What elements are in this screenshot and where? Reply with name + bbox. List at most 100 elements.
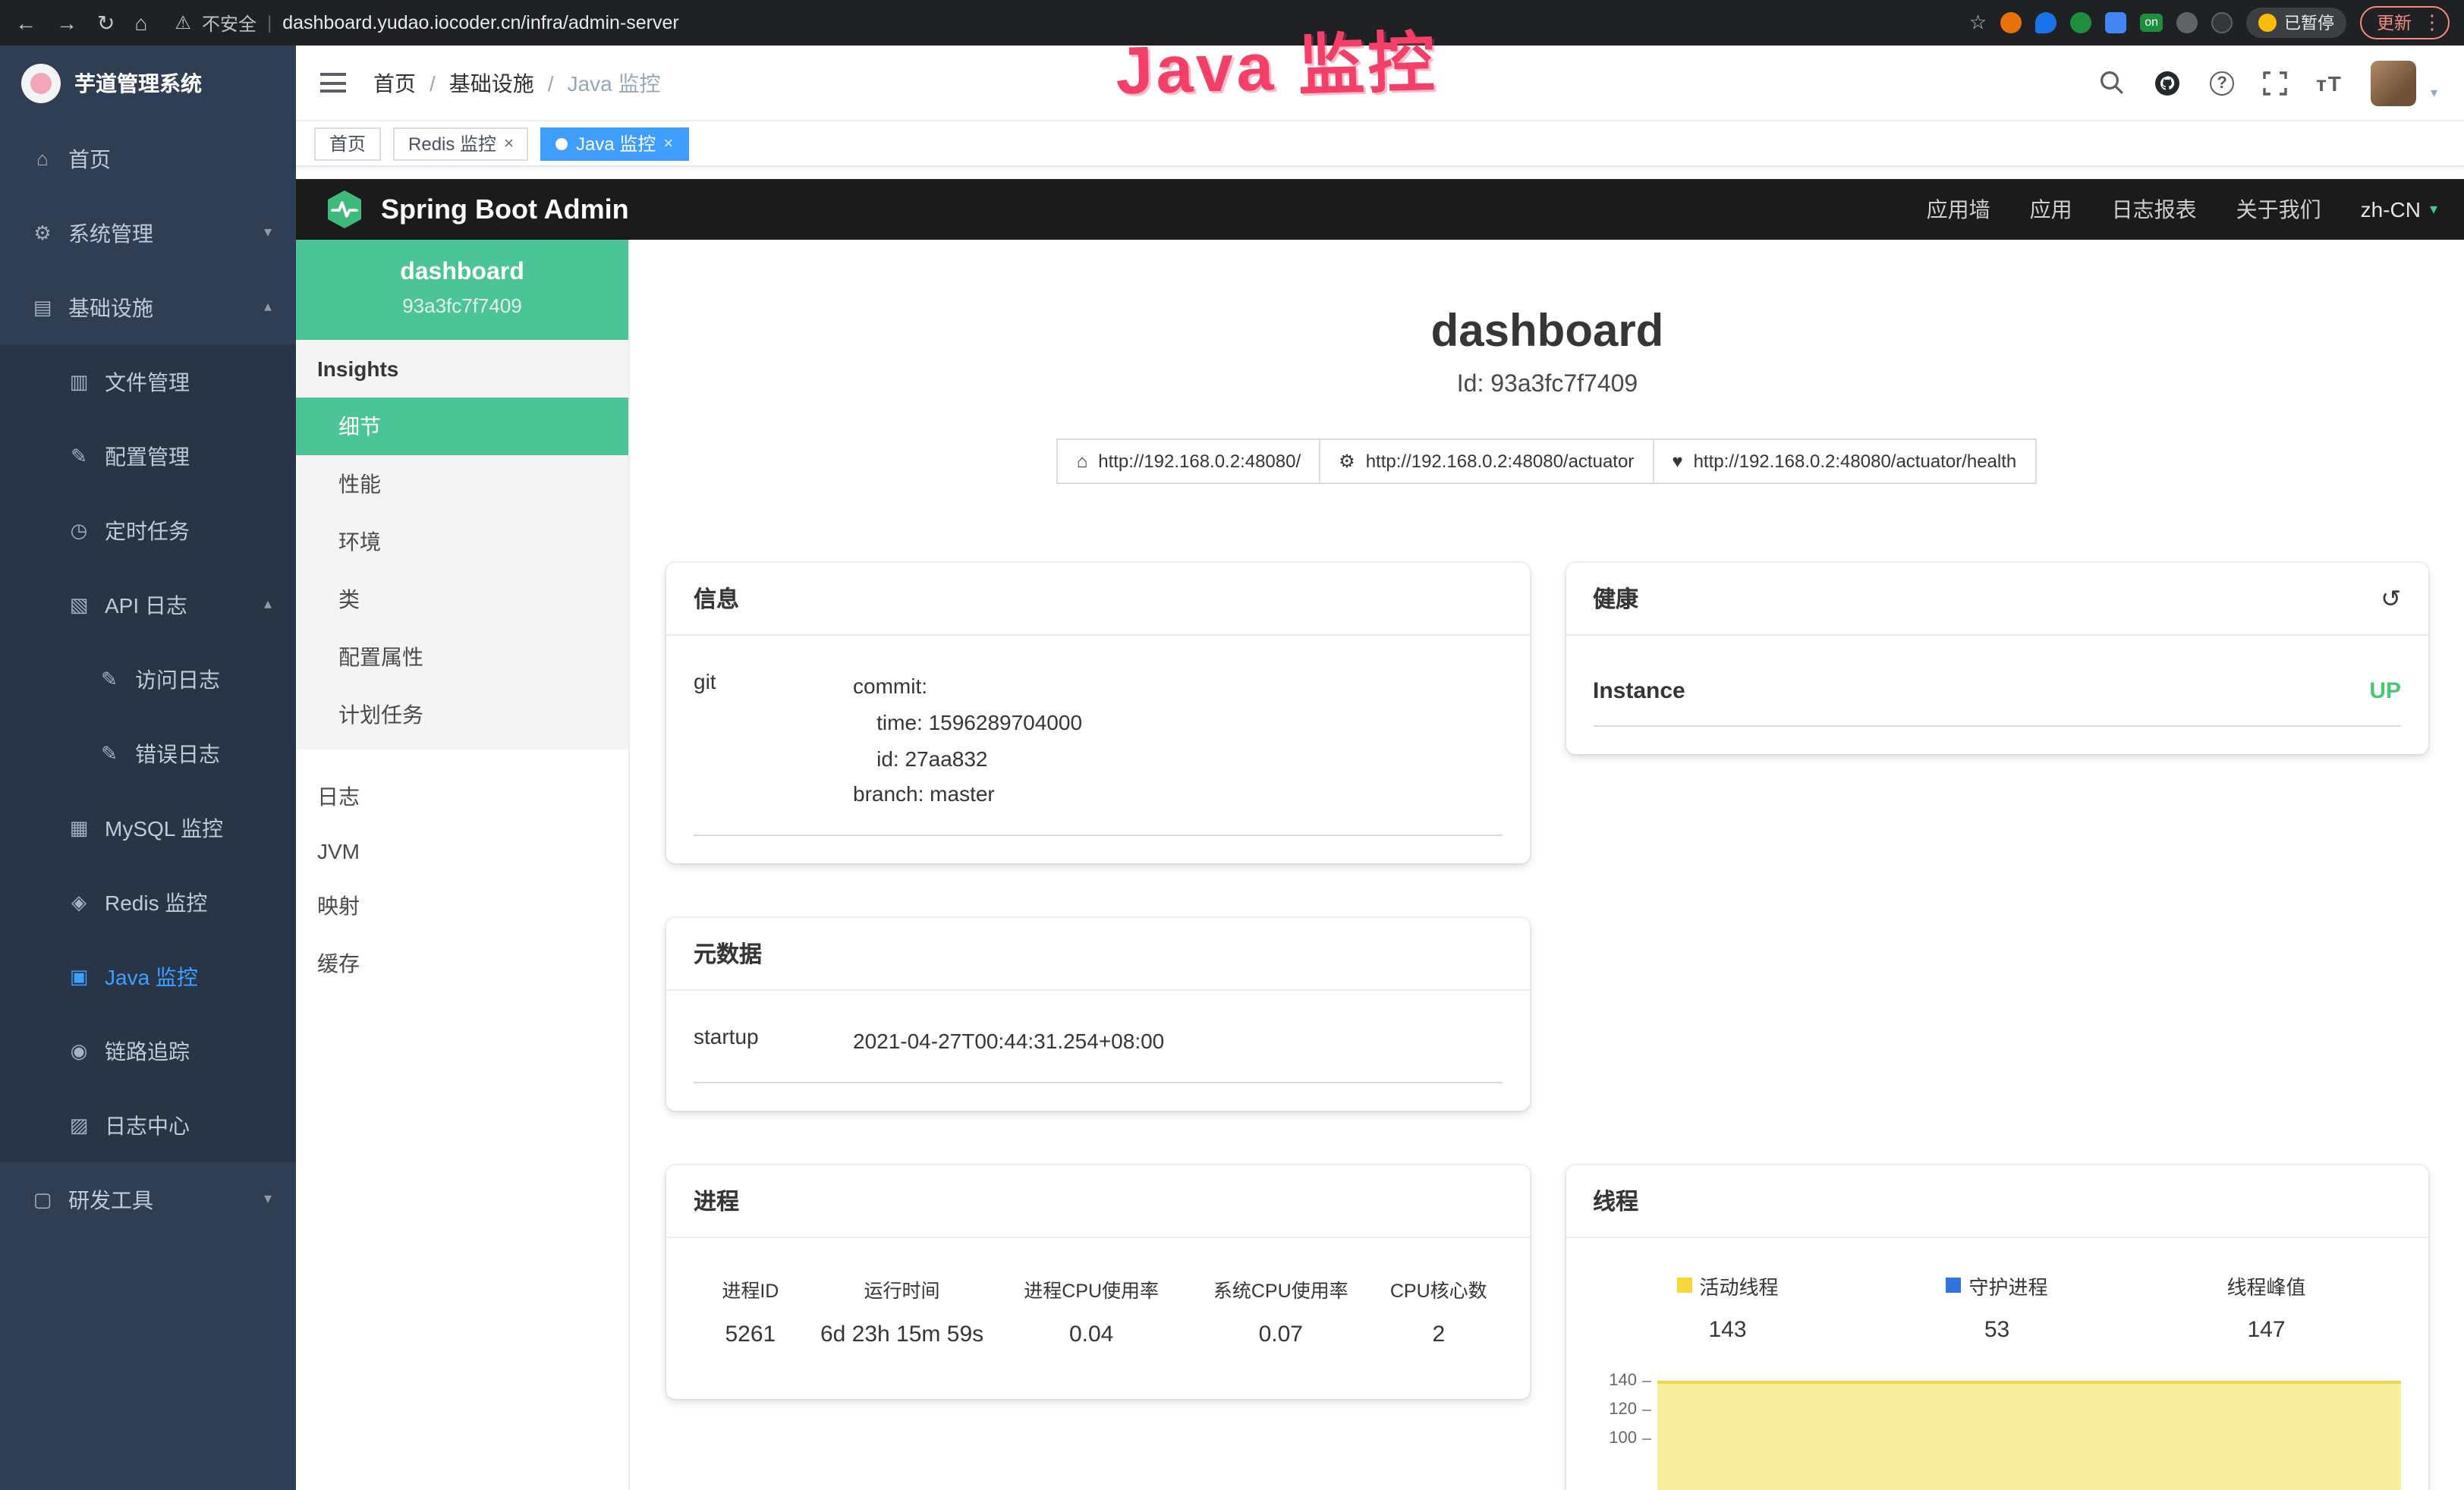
sba-brand[interactable]: Spring Boot Admin xyxy=(323,188,629,231)
paused-badge[interactable]: 已暂停 xyxy=(2246,8,2346,38)
sidebar-item-label: MySQL 监控 xyxy=(105,813,223,843)
health-url-chip[interactable]: ♥ http://192.168.0.2:48080/actuator/heal… xyxy=(1652,439,2036,484)
y-tick-label: 120 xyxy=(1609,1401,1637,1419)
close-icon[interactable]: × xyxy=(663,134,673,152)
github-icon[interactable] xyxy=(2154,69,2181,96)
fullscreen-icon[interactable] xyxy=(2263,71,2287,95)
sba-item-classes[interactable]: 类 xyxy=(296,571,628,628)
sidebar-item-label: 定时任务 xyxy=(105,515,190,545)
insights-group: Insights 细节 性能 环境 类 配置属性 计划任务 xyxy=(296,340,628,750)
sba-item-details[interactable]: 细节 xyxy=(296,398,628,455)
sba-item-caches[interactable]: 缓存 xyxy=(296,935,628,992)
tab-redis-monitor[interactable]: Redis 监控 × xyxy=(393,127,529,160)
address-bar[interactable]: ⚠ 不安全 | dashboard.yudao.iocoder.cn/infra… xyxy=(175,10,678,36)
doc-icon: ✎ xyxy=(97,741,121,765)
sba-nav-journal[interactable]: 日志报表 xyxy=(2112,194,2197,225)
home-icon[interactable]: ⌂ xyxy=(134,11,147,35)
sidebar-item-access-logs[interactable]: ✎ 访问日志 xyxy=(0,642,296,716)
url-text[interactable]: dashboard.yudao.iocoder.cn/infra/admin-s… xyxy=(282,12,679,33)
sba-nav: 应用墙 应用 日志报表 关于我们 zh-CN ▾ xyxy=(1927,194,2437,225)
extension-icon[interactable] xyxy=(2105,12,2126,33)
sba-item-mappings[interactable]: 映射 xyxy=(296,877,628,935)
pin-extension-icon[interactable] xyxy=(2035,12,2056,33)
tab-java-monitor[interactable]: Java 监控 × xyxy=(541,127,688,160)
extension-icon[interactable] xyxy=(2070,12,2091,33)
sidebar-item-log-center[interactable]: ▨ 日志中心 xyxy=(0,1088,296,1162)
chevron-up-icon: ▴ xyxy=(264,299,272,316)
close-icon[interactable]: × xyxy=(504,134,514,152)
chart-plot-area xyxy=(1654,1367,2401,1490)
sba-nav-applications[interactable]: 应用 xyxy=(2030,194,2072,225)
forward-icon[interactable]: → xyxy=(56,11,77,35)
sidebar-item-label: 基础设施 xyxy=(68,292,153,322)
insights-title: Insights xyxy=(296,340,628,398)
sidebar-item-label: Java 监控 xyxy=(105,961,198,992)
legend-value: 147 xyxy=(2132,1317,2401,1343)
sba-item-environment[interactable]: 环境 xyxy=(296,513,628,571)
app-shell: 芋道管理系统 ⌂ 首页 ⚙ 系统管理 ▾ ▤ 基础设施 ▴ ▥ xyxy=(0,46,2464,1490)
sidebar-item-java-monitor[interactable]: ▣ Java 监控 xyxy=(0,939,296,1014)
main-column: 首页 / 基础设施 / Java 监控 ? xyxy=(296,46,2464,1490)
sidebar-item-file-mgmt[interactable]: ▥ 文件管理 xyxy=(0,344,296,419)
sidebar-item-error-logs[interactable]: ✎ 错误日志 xyxy=(0,716,296,791)
sidebar-item-home[interactable]: ⌂ 首页 xyxy=(0,121,296,196)
sidebar-item-scheduled-jobs[interactable]: ◷ 定时任务 xyxy=(0,493,296,567)
sba-item-metrics[interactable]: 性能 xyxy=(296,455,628,513)
column-header: 系统CPU使用率 xyxy=(1186,1275,1376,1303)
actuator-url-chip[interactable]: ⚙ http://192.168.0.2:48080/actuator xyxy=(1319,439,1654,484)
bookmark-star-icon[interactable]: ☆ xyxy=(1969,11,1987,35)
sidebar-item-tracing[interactable]: ◉ 链路追踪 xyxy=(0,1014,296,1088)
history-icon[interactable]: ↺ xyxy=(2381,583,2401,614)
instance-name: dashboard xyxy=(308,259,616,287)
locale-selector[interactable]: zh-CN ▾ xyxy=(2361,197,2437,222)
paused-label: 已暂停 xyxy=(2284,11,2334,35)
breadcrumb-item[interactable]: 基础设施 xyxy=(449,68,534,98)
sidebar-item-api-logs[interactable]: ▧ API 日志 ▴ xyxy=(0,567,296,642)
file-icon: ▥ xyxy=(67,369,91,394)
sba-nav-about[interactable]: 关于我们 xyxy=(2236,194,2321,225)
puzzle-extension-icon[interactable] xyxy=(2211,12,2233,33)
sba-root-items: 日志 JVM 映射 缓存 xyxy=(296,768,628,992)
health-card: 健康 ↺ Instance UP xyxy=(1566,563,2428,754)
log-icon: ▧ xyxy=(67,593,91,617)
browser-actions: ☆ on 已暂停 更新 ⋮ xyxy=(1969,6,2450,39)
extension-icon[interactable] xyxy=(2000,12,2022,33)
reload-icon[interactable]: ↻ xyxy=(97,10,115,36)
sidebar-item-config-mgmt[interactable]: ✎ 配置管理 xyxy=(0,419,296,493)
page-title: dashboard xyxy=(666,306,2428,358)
eye-icon: ◉ xyxy=(67,1039,91,1063)
health-instance-row[interactable]: Instance UP xyxy=(1593,651,2401,727)
sba-item-scheduled-tasks[interactable]: 计划任务 xyxy=(296,686,628,743)
sidebar-item-redis-monitor[interactable]: ◈ Redis 监控 xyxy=(0,865,296,939)
browser-menu-icon[interactable]: ⋮ xyxy=(2422,11,2442,35)
breadcrumb-item[interactable]: 首页 xyxy=(373,68,416,98)
legend-value: 143 xyxy=(1593,1317,1862,1343)
tab-home[interactable]: 首页 xyxy=(314,127,381,160)
back-icon[interactable]: ← xyxy=(15,11,36,35)
extension-icon[interactable] xyxy=(2176,12,2198,33)
sba-item-configprops[interactable]: 配置属性 xyxy=(296,628,628,686)
search-icon[interactable] xyxy=(2099,70,2125,96)
font-size-icon[interactable]: тT xyxy=(2316,71,2343,95)
update-button[interactable]: 更新 ⋮ xyxy=(2360,6,2450,39)
sidebar-item-label: 错误日志 xyxy=(135,738,220,769)
sidebar-item-infra[interactable]: ▤ 基础设施 ▴ xyxy=(0,270,296,344)
sba-item-logs[interactable]: 日志 xyxy=(296,768,628,825)
avatar[interactable] xyxy=(2371,60,2417,105)
sba-item-jvm[interactable]: JVM xyxy=(296,825,628,877)
threads-card-title: 线程 xyxy=(1566,1165,2428,1238)
info-card: 信息 git commit: time: 1596289704000 id: 2… xyxy=(666,563,1529,863)
service-url-chip[interactable]: ⌂ http://192.168.0.2:48080/ xyxy=(1057,439,1320,484)
sidebar-item-system[interactable]: ⚙ 系统管理 ▾ xyxy=(0,196,296,270)
on-badge-extension-icon[interactable]: on xyxy=(2140,14,2163,32)
sidebar-logo-row: 芋道管理系统 xyxy=(0,46,296,121)
sidebar-item-mysql-monitor[interactable]: ▦ MySQL 监控 xyxy=(0,791,296,865)
sba-nav-wallboard[interactable]: 应用墙 xyxy=(1927,194,1990,225)
instance-header[interactable]: dashboard 93a3fc7f7409 xyxy=(296,240,628,340)
update-label: 更新 xyxy=(2377,11,2412,35)
security-label[interactable]: 不安全 xyxy=(202,10,256,36)
y-tick-label: 100 xyxy=(1609,1430,1637,1448)
hamburger-icon[interactable] xyxy=(317,67,349,99)
help-icon[interactable]: ? xyxy=(2210,71,2234,95)
sidebar-item-dev-tools[interactable]: ▢ 研发工具 ▾ xyxy=(0,1162,296,1237)
